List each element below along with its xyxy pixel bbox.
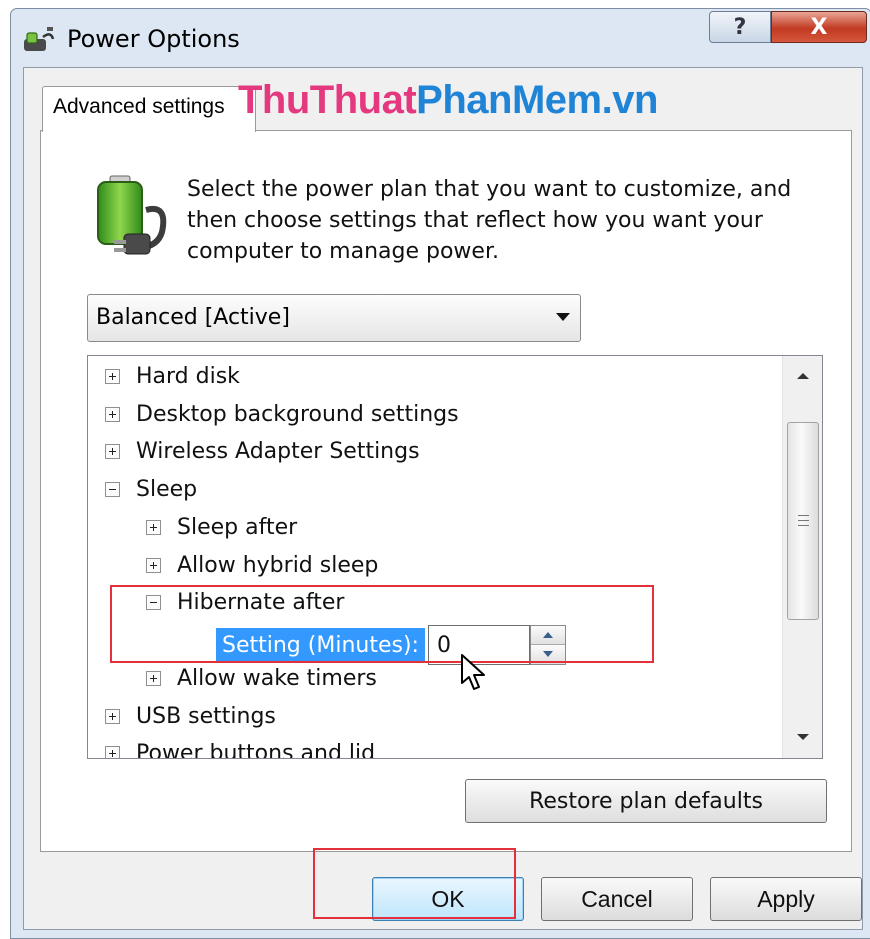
help-button[interactable]: ? (709, 11, 771, 43)
settings-tree[interactable]: Hard disk Desktop background settings Wi… (87, 355, 823, 759)
expand-icon[interactable] (146, 519, 161, 535)
tree-item-label: Sleep after (177, 514, 298, 540)
watermark-part-1: ThuThuat (238, 78, 417, 122)
tree-item-label: USB settings (136, 703, 276, 729)
tree-item-hard-disk[interactable]: Hard disk (105, 359, 240, 393)
tree-item-desktop-background[interactable]: Desktop background settings (105, 397, 459, 431)
hibernate-minutes-spinner[interactable] (530, 625, 566, 665)
vertical-scrollbar[interactable] (782, 356, 822, 758)
tree-item-usb-settings[interactable]: USB settings (105, 699, 276, 733)
power-options-window: Power Options ? X Advanced settings ThuT… (10, 8, 870, 939)
scroll-down-icon[interactable] (783, 716, 822, 758)
tree-item-label: Hard disk (136, 363, 240, 389)
tree-item-label: Sleep (136, 476, 198, 502)
spin-up-icon[interactable] (531, 626, 565, 645)
scroll-up-icon[interactable] (783, 356, 822, 398)
tree-item-allow-hybrid-sleep[interactable]: Allow hybrid sleep (146, 548, 378, 582)
tree-item-hibernate-after[interactable]: Hibernate after (146, 585, 344, 619)
tree-item-sleep[interactable]: Sleep (105, 472, 197, 506)
close-icon: X (810, 14, 828, 40)
restore-plan-defaults-button[interactable]: Restore plan defaults (465, 779, 827, 823)
cancel-button[interactable]: Cancel (541, 877, 693, 921)
ok-button[interactable]: OK (372, 877, 524, 921)
power-plan-value: Balanced [Active] (96, 305, 290, 330)
tree-item-power-buttons-lid[interactable]: Power buttons and lid (105, 736, 375, 758)
power-options-icon (24, 27, 55, 51)
close-button[interactable]: X (771, 11, 867, 43)
expand-icon[interactable] (105, 443, 120, 459)
tree-item-label: Wireless Adapter Settings (136, 438, 420, 464)
watermark-part-2: PhanMem.vn (416, 78, 658, 122)
battery-plug-icon (97, 175, 167, 255)
expand-icon[interactable] (105, 368, 120, 384)
tree-item-wireless-adapter[interactable]: Wireless Adapter Settings (105, 434, 420, 468)
collapse-icon[interactable] (105, 481, 120, 497)
tab-label: Advanced settings (53, 95, 225, 118)
expand-icon[interactable] (105, 708, 120, 724)
tree-item-allow-wake-timers[interactable]: Allow wake timers (146, 661, 377, 695)
title-bar[interactable]: Power Options ? X (11, 9, 870, 67)
scrollbar-thumb[interactable] (787, 422, 819, 620)
tree-item-label: Desktop background settings (136, 401, 459, 427)
mouse-cursor-icon (461, 654, 485, 690)
description-text: Select the power plan that you want to c… (187, 177, 792, 264)
tree-item-label: Power buttons and lid (136, 740, 376, 759)
expand-icon[interactable] (146, 557, 161, 573)
tree-item-sleep-after[interactable]: Sleep after (146, 510, 297, 544)
watermark: ThuThuatPhanMem.vn (238, 78, 658, 123)
grip-icon (798, 515, 809, 526)
tree-item-label: Allow hybrid sleep (177, 552, 379, 578)
expand-icon[interactable] (146, 670, 161, 686)
apply-button[interactable]: Apply (710, 877, 862, 921)
window-title: Power Options (67, 25, 240, 53)
power-plan-dropdown[interactable]: Balanced [Active] (87, 294, 581, 342)
spin-down-icon[interactable] (531, 645, 565, 664)
expand-icon[interactable] (105, 406, 120, 422)
tree-item-label: Allow wake timers (177, 665, 377, 691)
setting-minutes-label: Setting (Minutes): (216, 628, 425, 662)
tree-item-label: Hibernate after (177, 589, 345, 615)
tab-advanced-settings[interactable]: Advanced settings (42, 86, 256, 132)
collapse-icon[interactable] (146, 594, 161, 610)
expand-icon[interactable] (105, 745, 120, 758)
settings-tree-content: Hard disk Desktop background settings Wi… (88, 356, 782, 758)
help-icon: ? (733, 14, 747, 40)
dialog-client-area: Advanced settings ThuThuatPhanMem.vn Sel… (23, 67, 863, 930)
chevron-down-icon (556, 313, 570, 321)
hibernate-minutes-value: 0 (437, 632, 451, 658)
